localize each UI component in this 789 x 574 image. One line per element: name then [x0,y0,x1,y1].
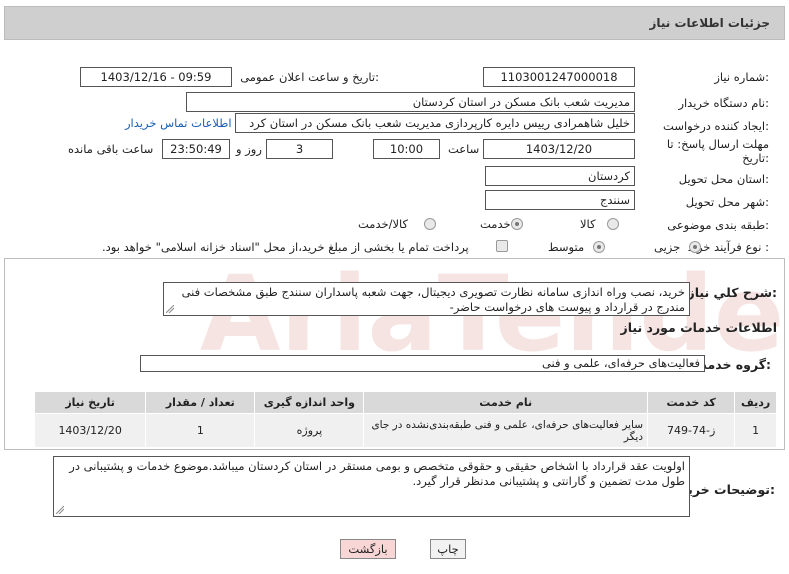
announce-label: تاریخ و ساعت اعلان عمومی: [240,70,379,84]
remaining-label: ساعت باقی مانده [68,142,154,156]
cell-need-date: 1403/12/20 [33,413,147,448]
province-label: استان محل تحویل: [678,172,769,186]
category-radio-service[interactable] [511,218,523,230]
cell-quantity: 1 [145,413,256,448]
contact-buyer-link[interactable]: اطلاعات تماس خریدار [125,116,232,130]
process-option-medium: متوسط [548,240,585,254]
cell-row-number: 1 [734,413,777,448]
col-service-code: کد خدمت [647,391,736,414]
cell-service-name: سایر فعالیت‌های حرفه‌ای، علمی و فنی طبقه… [363,413,649,448]
print-button[interactable]: چاپ [430,539,466,559]
services-table: ردیف کد خدمت نام خدمت واحد اندازه گیری ت… [33,391,777,448]
service-group-field: فعالیت‌های حرفه‌ای، علمی و فنی [140,355,705,372]
col-service-name: نام خدمت [363,391,649,414]
deadline-label: مهلت ارسال پاسخ: تا [666,137,769,151]
category-label: طبقه بندی موضوعی: [667,218,769,232]
service-group-label: گروه خدمت: [694,357,771,372]
table-header-row: ردیف کد خدمت نام خدمت واحد اندازه گیری ت… [33,391,777,414]
process-option-minor: جزیی [654,240,681,254]
process-radio-medium[interactable] [593,241,605,253]
announce-datetime-field: 1403/12/16 - 09:59 [80,67,232,87]
col-quantity: تعداد / مقدار [145,391,256,414]
buyer-notes-text: اولویت عقد قرارداد با اشخاص حقیقی و حقوق… [69,459,685,488]
cell-service-code: ز-74-749 [647,413,736,448]
remaining-time-field: 23:50:49 [162,139,230,159]
days-label: روز و [236,142,262,156]
city-label: شهر محل تحویل: [685,195,769,209]
buyer-notes-textarea: اولویت عقد قرارداد با اشخاص حقیقی و حقوق… [53,456,690,517]
col-need-date: تاریخ نیاز [33,391,147,414]
deadline-time-field: 10:00 [373,139,440,159]
deadline-date-label: تاریخ: [742,151,769,165]
creator-field: خلیل شاهمرادی رییس دایره کارپردازی مدیری… [235,113,635,133]
col-row-number: ردیف [734,391,777,414]
category-option-goods-service: کالا/خدمت [358,217,409,231]
services-section-title: اطلاعات خدمات مورد نياز [620,320,778,335]
process-radio-minor[interactable] [689,241,701,253]
table-row: 1 ز-74-749 سایر فعالیت‌های حرفه‌ای، علمی… [33,413,777,448]
payment-note: پرداخت تمام یا بخشی از مبلغ خرید،از محل … [102,240,469,254]
treasury-payment-checkbox[interactable] [496,240,508,252]
summary-textarea: خرید، نصب وراه اندازی سامانه نظارت تصویر… [163,282,690,316]
summary-text: خرید، نصب وراه اندازی سامانه نظارت تصویر… [181,285,685,314]
cell-unit: پروژه [254,413,365,448]
buyer-org-label: نام دستگاه خریدار: [678,96,769,110]
summary-label: شرح کلي نياز: [687,285,778,300]
category-radio-goods[interactable] [607,218,619,230]
city-field: سنندج [485,190,635,210]
need-number-label: شماره نیاز: [714,70,769,84]
category-option-goods: کالا [580,217,596,231]
col-unit: واحد اندازه گیری [254,391,365,414]
category-option-service: خدمت [480,217,511,231]
back-button[interactable]: بازگشت [340,539,396,559]
creator-label: ایجاد کننده درخواست: [663,119,769,133]
days-field: 3 [266,139,333,159]
resize-grip-icon[interactable] [166,305,174,313]
province-field: کردستان [485,166,635,186]
panel-header: جزئیات اطلاعات نیاز [4,6,785,40]
time-label: ساعت [448,142,480,156]
category-radio-goods-service[interactable] [424,218,436,230]
buyer-org-field: مدیریت شعب بانک مسکن در استان کردستان [186,92,635,112]
deadline-date-field: 1403/12/20 [483,139,635,159]
need-number-field: 1103001247000018 [483,67,635,87]
resize-grip-icon[interactable] [56,506,64,514]
page-title: جزئیات اطلاعات نیاز [649,16,770,30]
